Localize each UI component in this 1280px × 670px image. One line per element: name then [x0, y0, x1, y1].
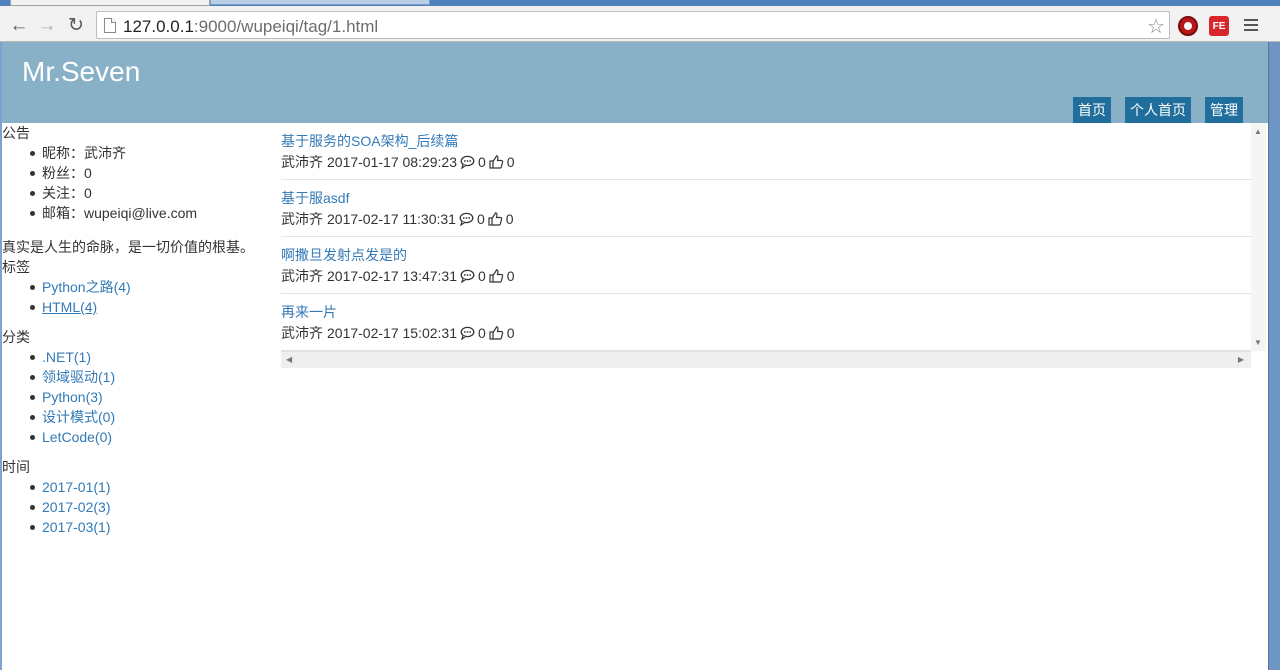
horizontal-scrollbar[interactable]: ◀ ▶ — [281, 351, 1251, 368]
comment-count: 0 — [478, 268, 486, 284]
like-count: 0 — [506, 325, 515, 341]
thumbs-up-icon[interactable] — [489, 269, 504, 283]
address-bar[interactable]: 127.0.0.1:9000/wupeiqi/tag/1.html ☆ — [96, 11, 1170, 39]
comment-icon — [459, 212, 474, 226]
month-link[interactable]: 2017-02(3) — [42, 499, 111, 515]
browser-toolbar: ← → ↻ 127.0.0.1:9000/wupeiqi/tag/1.html … — [0, 6, 1280, 42]
tab-inactive[interactable] — [210, 0, 430, 5]
url-text[interactable]: 127.0.0.1:9000/wupeiqi/tag/1.html — [123, 17, 378, 37]
notice-heading: 公告 — [2, 125, 30, 141]
tags-heading: 标签 — [2, 259, 30, 275]
article-author: 武沛齐 — [281, 211, 323, 227]
article-meta: 武沛齐 2017-02-17 15:02:31 0 0 — [281, 323, 1251, 343]
comment-icon — [460, 155, 475, 169]
article-date: 2017-02-17 15:02:31 — [327, 325, 457, 341]
thumbs-up-icon[interactable] — [489, 155, 504, 169]
time-heading: 时间 — [2, 459, 30, 475]
category-link[interactable]: 领域驱动(1) — [42, 369, 115, 385]
article-date: 2017-01-17 08:29:23 — [327, 154, 457, 170]
profile-nickname: 昵称：武沛齐 — [30, 143, 272, 163]
thumbs-up-icon[interactable] — [488, 212, 503, 226]
list-item: Python之路(4) — [30, 277, 272, 297]
scroll-right-arrow-icon[interactable]: ▶ — [1238, 355, 1244, 364]
tag-link-python[interactable]: Python之路(4) — [42, 279, 131, 295]
top-nav: 首页 个人首页 管理 — [1073, 97, 1243, 123]
profile-list: 昵称：武沛齐 粉丝：0 关注：0 邮箱：wupeiqi@live.com — [30, 143, 272, 223]
like-count: 0 — [506, 268, 515, 284]
like-count: 0 — [506, 154, 515, 170]
list-item: 2017-02(3) — [30, 497, 272, 517]
forward-arrow-icon[interactable]: → — [36, 14, 58, 36]
categories-list: .NET(1) 领域驱动(1) Python(3) 设计模式(0) LetCod… — [30, 347, 272, 447]
list-item: .NET(1) — [30, 347, 272, 367]
profile-following: 关注：0 — [30, 183, 272, 203]
article-meta: 武沛齐 2017-02-17 13:47:31 0 0 — [281, 266, 1251, 286]
nav-manage[interactable]: 管理 — [1205, 97, 1243, 123]
article-item: 基于服asdf 武沛齐 2017-02-17 11:30:31 0 0 — [281, 180, 1251, 237]
article-author: 武沛齐 — [281, 268, 323, 284]
month-link[interactable]: 2017-03(1) — [42, 519, 111, 535]
nav-personal-home[interactable]: 个人首页 — [1125, 97, 1191, 123]
category-link[interactable]: Python(3) — [42, 389, 103, 405]
article-title-link[interactable]: 基于服asdf — [281, 189, 1251, 209]
article-meta: 武沛齐 2017-02-17 11:30:31 0 0 — [281, 209, 1251, 229]
article-meta: 武沛齐 2017-01-17 08:29:23 0 0 — [281, 152, 1251, 172]
article-date: 2017-02-17 13:47:31 — [327, 268, 457, 284]
thumbs-up-icon[interactable] — [489, 326, 504, 340]
scroll-left-arrow-icon[interactable]: ◀ — [286, 355, 292, 364]
motto-text: 真实是人生的命脉，是一切价值的根基。 — [2, 239, 254, 255]
bookmark-star-icon[interactable]: ☆ — [1147, 14, 1165, 39]
profile-fans: 粉丝：0 — [30, 163, 272, 183]
article-item: 啊撒旦发射点发是的 武沛齐 2017-02-17 13:47:31 0 0 — [281, 237, 1251, 294]
article-item: 基于服务的SOA架构_后续篇 武沛齐 2017-01-17 08:29:23 0… — [281, 123, 1251, 180]
site-title[interactable]: Mr.Seven — [22, 56, 140, 88]
article-date: 2017-02-17 11:30:31 — [327, 211, 456, 227]
article-title-link[interactable]: 啊撒旦发射点发是的 — [281, 246, 1251, 266]
list-item: 设计模式(0) — [30, 407, 272, 427]
comment-icon — [460, 269, 475, 283]
article-title-link[interactable]: 基于服务的SOA架构_后续篇 — [281, 132, 1251, 152]
adblock-extension-icon[interactable] — [1178, 16, 1198, 36]
list-item: Python(3) — [30, 387, 272, 407]
page-icon — [104, 18, 116, 33]
tags-list: Python之路(4) HTML(4) — [30, 277, 272, 317]
list-item: HTML(4) — [30, 297, 272, 317]
profile-email: 邮箱：wupeiqi@live.com — [30, 203, 272, 223]
window-frame-right — [1268, 42, 1280, 670]
scroll-down-arrow-icon[interactable]: ▼ — [1254, 338, 1262, 347]
article-author: 武沛齐 — [281, 325, 323, 341]
months-list: 2017-01(1) 2017-02(3) 2017-03(1) — [30, 477, 272, 537]
comment-icon — [460, 326, 475, 340]
browser-menu-icon[interactable] — [1244, 16, 1258, 32]
categories-heading: 分类 — [2, 329, 30, 345]
fe-extension-icon[interactable]: FE — [1209, 16, 1229, 36]
sidebar: 公告 昵称：武沛齐 粉丝：0 关注：0 邮箱：wupeiqi@live.com … — [2, 123, 272, 537]
comment-count: 0 — [478, 325, 486, 341]
article-item: 再来一片 武沛齐 2017-02-17 15:02:31 0 0 — [281, 294, 1251, 351]
reload-icon[interactable]: ↻ — [65, 14, 87, 36]
like-count: 0 — [505, 211, 514, 227]
tag-link-html[interactable]: HTML(4) — [42, 299, 97, 315]
month-link[interactable]: 2017-01(1) — [42, 479, 111, 495]
list-item: 2017-01(1) — [30, 477, 272, 497]
scroll-up-arrow-icon[interactable]: ▲ — [1254, 127, 1262, 136]
comment-count: 0 — [478, 154, 486, 170]
category-link[interactable]: LetCode(0) — [42, 429, 112, 445]
list-item: 领域驱动(1) — [30, 367, 272, 387]
list-item: 2017-03(1) — [30, 517, 272, 537]
vertical-scrollbar[interactable]: ▲ ▼ — [1251, 123, 1266, 351]
category-link[interactable]: 设计模式(0) — [42, 409, 115, 425]
list-item: LetCode(0) — [30, 427, 272, 447]
article-author: 武沛齐 — [281, 154, 323, 170]
comment-count: 0 — [476, 211, 485, 227]
article-list: 基于服务的SOA架构_后续篇 武沛齐 2017-01-17 08:29:23 0… — [281, 123, 1266, 368]
category-link[interactable]: .NET(1) — [42, 349, 91, 365]
nav-home[interactable]: 首页 — [1073, 97, 1111, 123]
article-title-link[interactable]: 再来一片 — [281, 303, 1251, 323]
site-header: Mr.Seven 首页 个人首页 管理 — [2, 42, 1268, 123]
back-arrow-icon[interactable]: ← — [8, 14, 30, 36]
